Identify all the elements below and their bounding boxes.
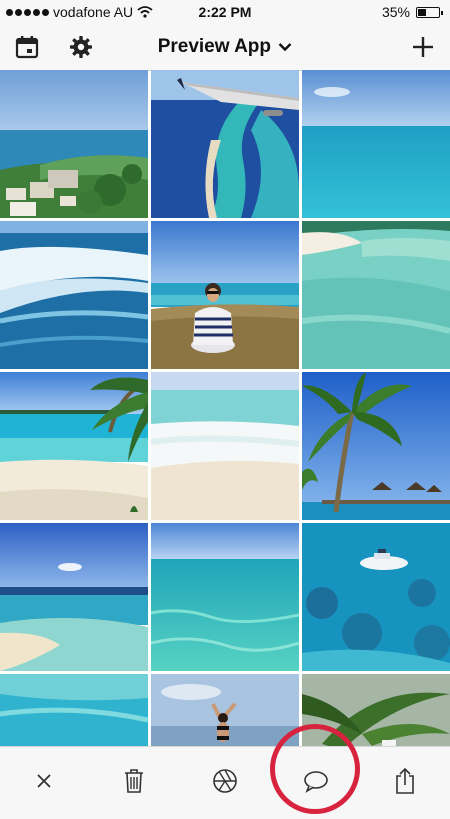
plus-icon[interactable] [409, 33, 437, 61]
chevron-down-icon [278, 43, 292, 52]
trash-icon[interactable] [114, 761, 154, 801]
aperture-icon[interactable] [205, 761, 245, 801]
close-icon[interactable] [24, 761, 64, 801]
share-icon[interactable] [385, 761, 425, 801]
status-bar: vodafone AU 2:22 PM 35% [0, 0, 450, 24]
photo-tile[interactable] [0, 221, 148, 369]
photo-tile[interactable] [151, 221, 299, 369]
photo-tile[interactable] [302, 372, 450, 520]
battery-percent: 35% [381, 4, 410, 20]
photo-tile[interactable] [151, 372, 299, 520]
app-title-dropdown[interactable]: Preview App [0, 36, 450, 58]
photo-tile[interactable] [0, 674, 148, 746]
photo-tile[interactable] [302, 523, 450, 671]
photo-tile[interactable] [0, 372, 148, 520]
photo-tile[interactable] [0, 523, 148, 671]
photo-tile[interactable] [302, 70, 450, 218]
highlight-circle [270, 724, 360, 814]
app-title: Preview App [157, 36, 272, 57]
photo-tile[interactable] [302, 221, 450, 369]
photo-grid [0, 70, 450, 746]
photo-tile[interactable] [151, 674, 299, 746]
bottom-toolbar [0, 746, 450, 819]
battery-icon [416, 6, 443, 18]
photo-tile[interactable] [151, 70, 299, 218]
battery-group: 35% [381, 4, 443, 20]
photo-tile[interactable] [151, 523, 299, 671]
photo-tile[interactable] [0, 70, 148, 218]
navigation-bar: Preview App [0, 24, 450, 71]
